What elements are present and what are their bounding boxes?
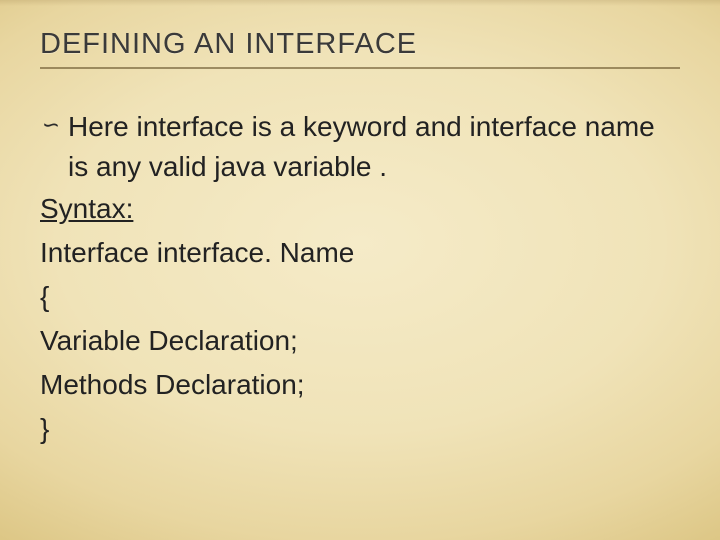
code-line: Variable Declaration; [40,319,680,363]
slide: DEFINING AN INTERFACE ∽ Here interface i… [0,0,720,540]
code-line: } [40,407,680,451]
code-line: Interface interface. Name [40,231,680,275]
bullet-text: Here interface is a keyword and interfac… [68,107,680,187]
code-line: Methods Declaration; [40,363,680,407]
bullet-item: ∽ Here interface is a keyword and interf… [40,107,680,187]
code-line: { [40,275,680,319]
bullet-icon: ∽ [40,107,68,143]
slide-content: ∽ Here interface is a keyword and interf… [40,107,680,451]
syntax-label: Syntax: [40,187,680,231]
slide-title: DEFINING AN INTERFACE [40,28,680,69]
